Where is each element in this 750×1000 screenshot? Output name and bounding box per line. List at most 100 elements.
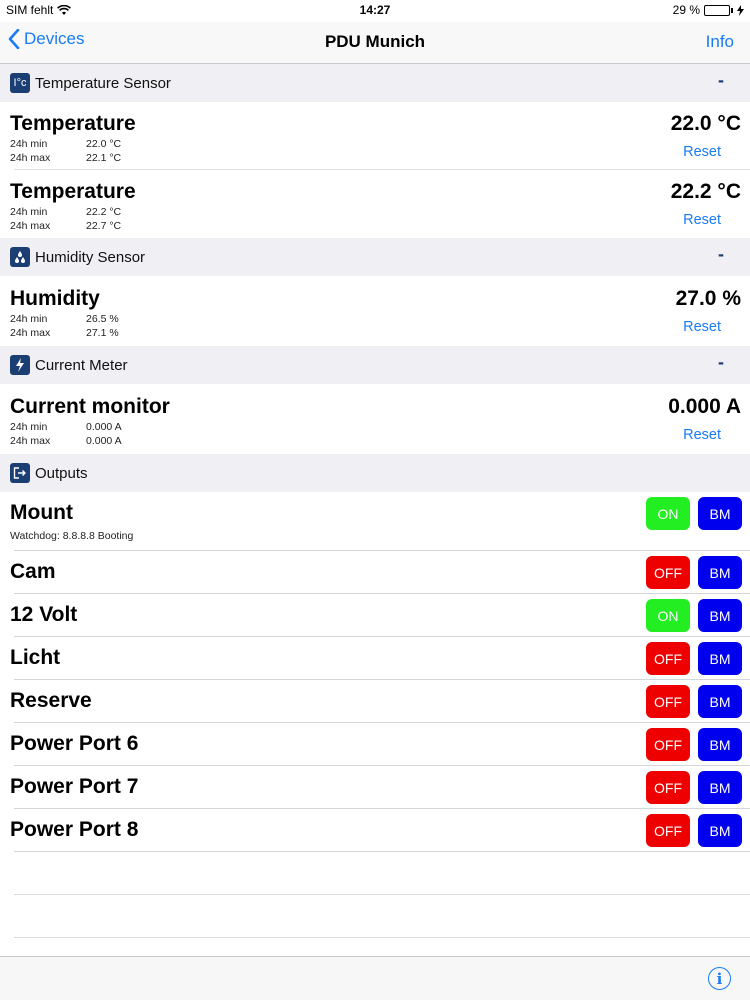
sensor-value: 0.000 A <box>668 395 741 418</box>
sensor-name: Humidity <box>10 287 100 310</box>
collapse-button[interactable]: - <box>718 244 724 265</box>
max-value: 22.1 °C <box>86 152 122 164</box>
max-value: 27.1 % <box>86 327 119 339</box>
bm-button[interactable]: BM <box>698 497 742 530</box>
bm-button[interactable]: BM <box>698 728 742 761</box>
power-toggle-button[interactable]: OFF <box>646 642 690 675</box>
section-title: Current Meter <box>35 356 128 374</box>
min-row: 24h min 22.0 °C <box>10 138 121 150</box>
info-circle-icon[interactable]: i <box>708 967 731 990</box>
section-current-meter: Current Meter - <box>0 346 750 384</box>
section-temperature-sensor: I°c Temperature Sensor - <box>0 64 750 102</box>
output-name: Reserve <box>10 689 92 712</box>
output-name: Mount <box>10 501 73 524</box>
empty-row-divider <box>14 894 750 895</box>
section-outputs: Outputs <box>0 454 750 492</box>
max-label: 24h max <box>10 327 51 339</box>
power-toggle-button[interactable]: OFF <box>646 556 690 589</box>
output-row-mount: Mount Watchdog: 8.8.8.8 Booting ON BM <box>0 492 750 551</box>
lightning-icon <box>10 355 30 375</box>
power-toggle-button[interactable]: OFF <box>646 685 690 718</box>
max-row: 24h max 27.1 % <box>10 327 119 339</box>
power-toggle-button[interactable]: OFF <box>646 771 690 804</box>
row-divider <box>14 851 750 852</box>
section-title: Outputs <box>35 464 88 482</box>
sensor-name: Temperature <box>10 180 136 203</box>
max-row: 24h max 22.7 °C <box>10 220 121 232</box>
watchdog-status: Watchdog: 8.8.8.8 Booting <box>10 530 134 542</box>
sensor-name: Current monitor <box>10 395 170 418</box>
max-value: 22.7 °C <box>86 220 122 232</box>
battery-icon <box>704 4 730 16</box>
output-row-12-volt: 12 Volt ON BM <box>0 594 750 637</box>
bm-button[interactable]: BM <box>698 771 742 804</box>
section-title: Humidity Sensor <box>35 248 146 266</box>
exit-icon <box>10 463 30 483</box>
output-row-cam: Cam OFF BM <box>0 551 750 594</box>
max-row: 24h max 22.1 °C <box>10 152 121 164</box>
collapse-button[interactable]: - <box>718 70 724 91</box>
status-bar: SIM fehlt 14:27 29 % <box>0 0 750 22</box>
sensor-name: Temperature <box>10 112 136 135</box>
clock: 14:27 <box>359 3 391 17</box>
collapse-button[interactable]: - <box>718 352 724 373</box>
reset-button[interactable]: Reset <box>683 427 721 443</box>
sensor-row-temperature-2: Temperature 24h min 22.2 °C 24h max 22.7 °… <box>0 170 750 238</box>
sensor-value: 27.0 % <box>675 287 741 310</box>
reset-button[interactable]: Reset <box>683 144 721 160</box>
navigation-bar: Devices PDU Munich Info <box>0 22 750 64</box>
sensor-row-humidity: Humidity 24h min 26.5 % 24h max 27.1 % 27.… <box>0 277 750 345</box>
bottom-toolbar: i <box>0 956 750 1000</box>
output-row-power-port-6: Power Port 6 OFF BM <box>0 723 750 766</box>
bm-button[interactable]: BM <box>698 642 742 675</box>
charging-bolt-icon <box>737 4 744 16</box>
power-toggle-button[interactable]: ON <box>646 599 690 632</box>
bm-button[interactable]: BM <box>698 814 742 847</box>
sensor-row-temperature-1: Temperature 24h min 22.0 °C 24h max 22.1 °… <box>0 102 750 170</box>
section-humidity-sensor: Humidity Sensor - <box>0 238 750 276</box>
output-row-reserve: Reserve OFF BM <box>0 680 750 723</box>
min-label: 24h min <box>10 313 48 325</box>
sensor-row-current-monitor: Current monitor 24h min 0.000 A 24h max 0.… <box>0 385 750 453</box>
max-value: 0.000 A <box>86 435 122 447</box>
output-name: 12 Volt <box>10 603 78 626</box>
bm-button[interactable]: BM <box>698 599 742 632</box>
thermometer-icon: I°c <box>10 73 30 93</box>
min-label: 24h min <box>10 206 48 218</box>
bm-button[interactable]: BM <box>698 685 742 718</box>
min-value: 22.2 °C <box>86 206 122 218</box>
output-name: Power Port 6 <box>10 732 139 755</box>
output-name: Power Port 7 <box>10 775 139 798</box>
output-row-power-port-7: Power Port 7 OFF BM <box>0 766 750 809</box>
min-row: 24h min 0.000 A <box>10 421 122 433</box>
output-row-licht: Licht OFF BM <box>0 637 750 680</box>
output-row-power-port-8: Power Port 8 OFF BM <box>0 809 750 852</box>
min-value: 26.5 % <box>86 313 119 325</box>
output-name: Cam <box>10 560 56 583</box>
sensor-value: 22.0 °C <box>670 112 741 135</box>
min-value: 0.000 A <box>86 421 122 433</box>
droplets-icon <box>10 247 30 267</box>
min-row: 24h min 22.2 °C <box>10 206 121 218</box>
min-label: 24h min <box>10 138 48 150</box>
power-toggle-button[interactable]: ON <box>646 497 690 530</box>
max-row: 24h max 0.000 A <box>10 435 122 447</box>
output-name: Power Port 8 <box>10 818 139 841</box>
battery-indicator: 29 % <box>673 3 744 17</box>
min-row: 24h min 26.5 % <box>10 313 119 325</box>
page-title: PDU Munich <box>324 32 426 51</box>
min-value: 22.0 °C <box>86 138 122 150</box>
output-name: Licht <box>10 646 61 669</box>
info-button[interactable]: Info <box>706 32 734 52</box>
reset-button[interactable]: Reset <box>683 319 721 335</box>
bm-button[interactable]: BM <box>698 556 742 589</box>
power-toggle-button[interactable]: OFF <box>646 728 690 761</box>
reset-button[interactable]: Reset <box>683 212 721 228</box>
battery-percent: 29 % <box>672 3 700 17</box>
max-label: 24h max <box>10 220 51 232</box>
min-label: 24h min <box>10 421 48 433</box>
section-title: Temperature Sensor <box>35 74 171 92</box>
empty-row-divider <box>14 937 750 938</box>
power-toggle-button[interactable]: OFF <box>646 814 690 847</box>
max-label: 24h max <box>10 435 51 447</box>
